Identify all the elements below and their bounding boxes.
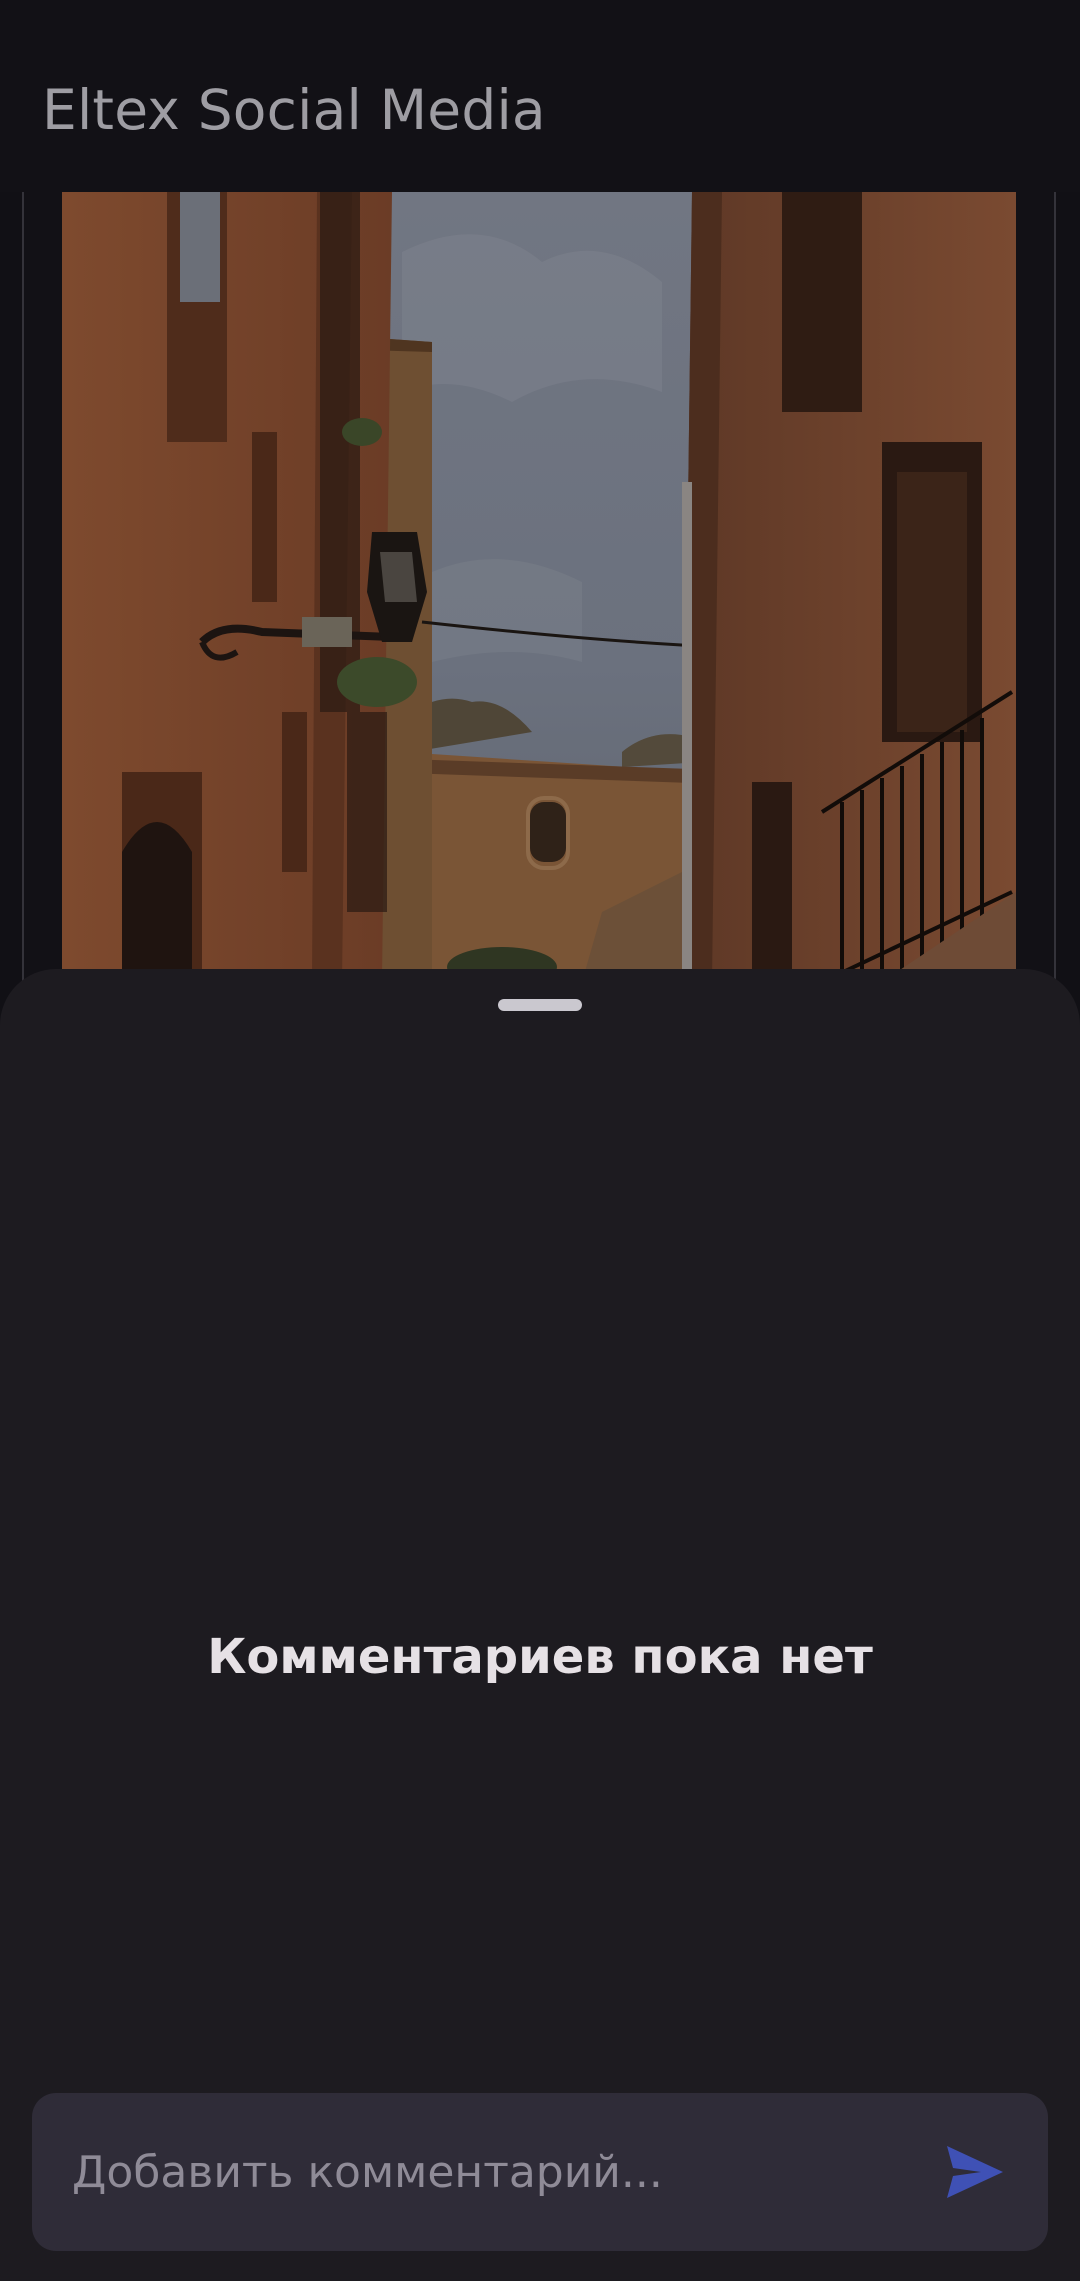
comment-field[interactable] <box>32 2093 1048 2251</box>
send-icon <box>947 2146 1003 2198</box>
app-bar: Eltex Social Media <box>0 0 1080 192</box>
send-button[interactable] <box>940 2137 1010 2207</box>
comment-input[interactable] <box>72 2093 932 2251</box>
drag-handle[interactable] <box>498 999 582 1011</box>
comments-bottom-sheet: Комментариев пока нет <box>0 969 1080 2281</box>
empty-comments-text: Комментариев пока нет <box>207 1629 873 1685</box>
street-photo <box>62 192 1016 982</box>
app-title: Eltex Social Media <box>42 78 546 142</box>
post-image <box>62 192 1016 982</box>
screen: Eltex Social Media Комментариев пока нет… <box>0 0 1080 2281</box>
